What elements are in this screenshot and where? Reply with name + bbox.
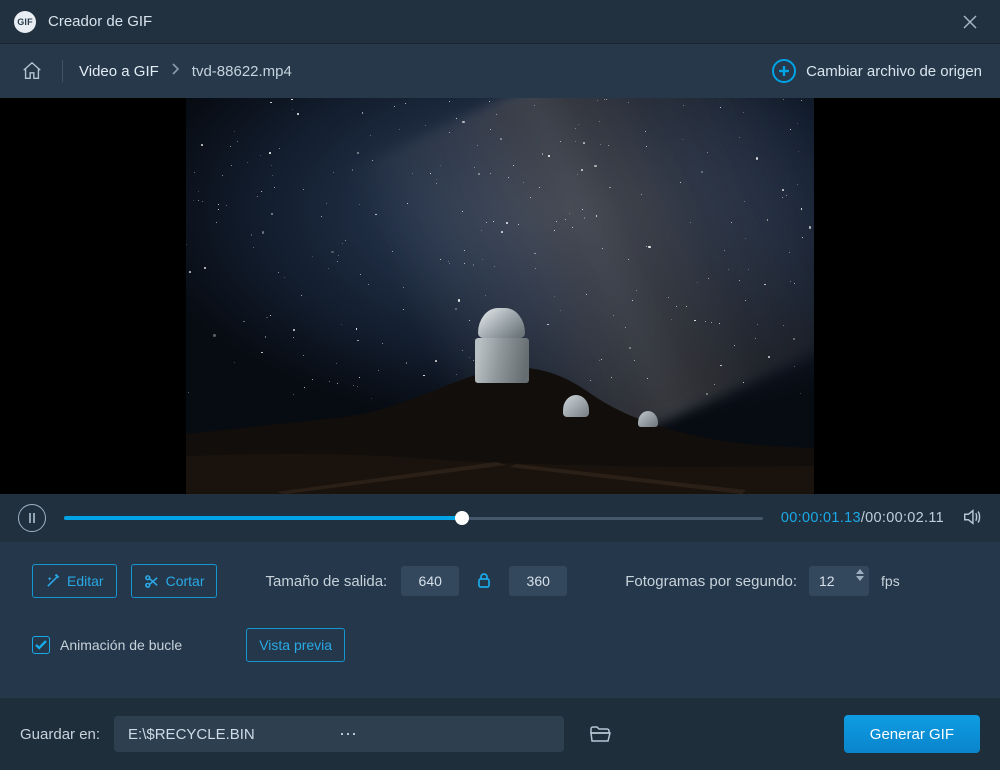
home-button[interactable]: [18, 57, 46, 85]
height-input[interactable]: 360: [509, 566, 567, 596]
divider: [62, 60, 63, 82]
total-time: 00:00:02.11: [865, 510, 944, 526]
width-input[interactable]: 640: [401, 566, 459, 596]
save-in-label: Guardar en:: [20, 726, 100, 743]
app-title: Creador de GIF: [48, 13, 954, 30]
save-path-field[interactable]: E:\$RECYCLE.BIN ⋯: [114, 716, 564, 752]
change-source-button[interactable]: Cambiar archivo de origen: [772, 59, 982, 83]
video-preview: [0, 98, 1000, 494]
volume-button[interactable]: [962, 507, 982, 530]
plus-circle-icon: [772, 59, 796, 83]
breadcrumb-bar: Video a GIF tvd-88622.mp4 Cambiar archiv…: [0, 44, 1000, 98]
open-folder-button[interactable]: [582, 719, 618, 749]
checkbox-icon: [32, 636, 50, 654]
breadcrumb: Video a GIF tvd-88622.mp4: [79, 62, 292, 80]
browse-path-button[interactable]: ⋯: [333, 724, 550, 745]
current-time: 00:00:01.13: [781, 510, 861, 526]
pause-button[interactable]: [18, 504, 46, 532]
chevron-right-icon: [171, 62, 180, 80]
fps-unit: fps: [881, 573, 900, 589]
title-bar: GIF Creador de GIF: [0, 0, 1000, 44]
breadcrumb-file: tvd-88622.mp4: [192, 63, 292, 80]
observatory-icon: [475, 308, 529, 382]
fps-stepper[interactable]: [856, 569, 864, 581]
fps-label: Fotogramas por segundo:: [625, 573, 797, 590]
breadcrumb-mode[interactable]: Video a GIF: [79, 63, 159, 80]
scissors-icon: [144, 574, 159, 589]
cut-button[interactable]: Cortar: [131, 564, 218, 598]
save-path-value: E:\$RECYCLE.BIN: [128, 726, 333, 743]
generate-gif-button[interactable]: Generar GIF: [844, 715, 980, 753]
video-frame: [186, 98, 814, 494]
edit-button[interactable]: Editar: [32, 564, 117, 598]
output-bar: Guardar en: E:\$RECYCLE.BIN ⋯ Generar GI…: [0, 698, 1000, 770]
fps-input[interactable]: 12: [809, 566, 869, 596]
time-display: 00:00:01.13/00:00:02.11: [781, 510, 944, 526]
close-button[interactable]: [954, 6, 986, 38]
lock-aspect-button[interactable]: [477, 572, 491, 591]
app-logo-icon: GIF: [14, 11, 36, 33]
preview-button[interactable]: Vista previa: [246, 628, 345, 662]
wand-icon: [45, 574, 60, 589]
settings-panel: Editar Cortar Tamaño de salida: 640 360 …: [0, 542, 1000, 698]
output-size-label: Tamaño de salida:: [265, 573, 387, 590]
timeline-bar: 00:00:01.13/00:00:02.11: [0, 494, 1000, 542]
loop-label: Animación de bucle: [60, 637, 182, 653]
loop-checkbox[interactable]: Animación de bucle: [32, 636, 182, 654]
change-source-label: Cambiar archivo de origen: [806, 63, 982, 80]
progress-slider[interactable]: [64, 508, 763, 528]
